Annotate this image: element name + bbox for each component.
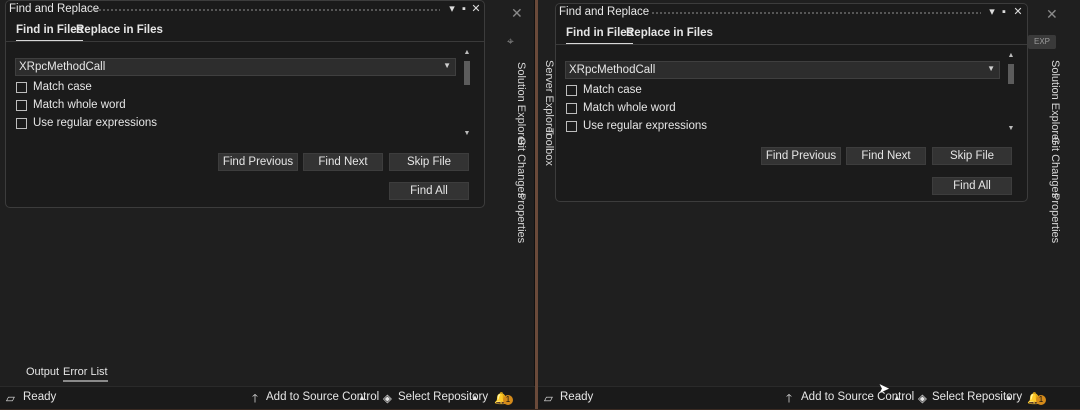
checkbox[interactable]	[566, 103, 577, 114]
side-tab-solution-explorer[interactable]: Solution Explorer	[515, 62, 527, 146]
find-previous-button[interactable]: Find Previous	[761, 147, 841, 165]
side-tab-git-changes[interactable]: Git Changes	[1049, 137, 1061, 198]
search-input[interactable]: XRpcMethodCall	[569, 64, 655, 76]
repository-icon: ◈	[918, 393, 927, 405]
caret-up-icon[interactable]: ▲	[1005, 393, 1013, 402]
repository-icon: ◈	[383, 393, 392, 405]
tab-output[interactable]: Output	[26, 366, 59, 378]
tab-error-list[interactable]: Error List	[63, 366, 108, 382]
search-combo[interactable]: XRpcMethodCall ▼	[15, 58, 456, 76]
skip-file-button[interactable]: Skip File	[389, 153, 469, 171]
scroll-down-icon[interactable]: ▼	[462, 130, 472, 137]
caret-up-icon[interactable]: ▲	[358, 393, 366, 402]
search-input[interactable]: XRpcMethodCall	[19, 61, 105, 73]
window-icon: ▱	[6, 393, 15, 405]
caret-up-icon[interactable]: ▲	[471, 393, 479, 402]
tab-divider	[556, 44, 1027, 45]
scroll-up-icon[interactable]: ▲	[462, 49, 472, 56]
close-icon[interactable]: ✕	[1012, 6, 1024, 18]
checkbox[interactable]	[566, 121, 577, 132]
close-icon[interactable]: ✕	[511, 5, 523, 22]
close-icon[interactable]: ✕	[470, 3, 482, 15]
drag-grip[interactable]	[651, 11, 981, 15]
find-next-button[interactable]: Find Next	[303, 153, 383, 171]
tab-replace-in-files[interactable]: Replace in Files	[626, 27, 713, 39]
close-icon[interactable]: ✕	[1046, 6, 1058, 23]
chevron-down-icon[interactable]: ▼	[987, 64, 995, 73]
mouse-cursor-icon: ➤	[878, 380, 890, 396]
caret-up-icon[interactable]: ▲	[893, 393, 901, 402]
pin-icon[interactable]: ⌖	[507, 34, 514, 49]
side-tab-properties[interactable]: Properties	[515, 193, 527, 243]
ide-window-right: Find and Replace ▾ ▪ ✕ Find in Files Rep…	[538, 0, 1080, 409]
options-scrollbar[interactable]: ▲ ▼	[1005, 52, 1017, 136]
scroll-up-icon[interactable]: ▲	[1006, 52, 1016, 59]
find-previous-button[interactable]: Find Previous	[218, 153, 298, 171]
exp-badge: EXP	[1028, 35, 1056, 49]
scroll-thumb[interactable]	[464, 61, 470, 85]
upload-arrow-icon: 🡑	[252, 393, 258, 405]
find-next-button[interactable]: Find Next	[846, 147, 926, 165]
checkbox[interactable]	[16, 118, 27, 129]
scroll-thumb[interactable]	[1008, 64, 1014, 84]
maximize-icon[interactable]: ▪	[458, 3, 470, 15]
option-label: Match case	[33, 81, 92, 93]
checkbox[interactable]	[16, 100, 27, 111]
side-tab-git-changes[interactable]: Git Changes	[515, 137, 527, 198]
checkbox[interactable]	[16, 82, 27, 93]
option-label: Match whole word	[583, 102, 676, 114]
option-label: Use regular expressions	[583, 120, 708, 132]
dialog-title: Find and Replace	[559, 6, 650, 18]
status-ready: Ready	[23, 391, 57, 403]
option-label: Match case	[583, 84, 642, 96]
find-all-button[interactable]: Find All	[932, 177, 1012, 195]
status-bar: ▱ Ready 🡑 Add to Source Control ▲ ◈ Sele…	[538, 386, 1080, 409]
caret-down-icon[interactable]: ▾	[986, 6, 998, 18]
tab-find-in-files[interactable]: Find in Files	[16, 24, 84, 42]
options-scrollbar[interactable]: ▲ ▼	[461, 49, 473, 141]
side-tab-server-explorer[interactable]: Server Explorer	[543, 60, 555, 136]
maximize-icon[interactable]: ▪	[998, 6, 1010, 18]
drag-grip[interactable]	[90, 8, 440, 12]
status-bar: ▱ Ready 🡑 Add to Source Control ▲ ◈ Sele…	[0, 386, 535, 409]
find-replace-dialog: Find and Replace ▾ ▪ ✕ Find in Files Rep…	[555, 3, 1028, 202]
side-tab-toolbox[interactable]: Toolbox	[543, 128, 555, 166]
chevron-down-icon[interactable]: ▼	[443, 61, 451, 70]
skip-file-button[interactable]: Skip File	[932, 147, 1012, 165]
caret-down-icon[interactable]: ▾	[446, 3, 458, 15]
side-tab-solution-explorer[interactable]: Solution Explorer	[1049, 60, 1061, 144]
find-all-button[interactable]: Find All	[389, 182, 469, 200]
upload-arrow-icon: 🡑	[786, 393, 792, 405]
dialog-titlebar[interactable]: Find and Replace ▾ ▪ ✕	[6, 1, 484, 19]
notification-count: 1	[1036, 395, 1046, 405]
scroll-down-icon[interactable]: ▼	[1006, 125, 1016, 132]
find-replace-dialog: Find and Replace ▾ ▪ ✕ Find in Files Rep…	[5, 0, 485, 208]
dialog-titlebar[interactable]: Find and Replace ▾ ▪ ✕	[556, 4, 1027, 22]
side-tab-properties[interactable]: Properties	[1049, 193, 1061, 243]
notification-count: 1	[503, 395, 513, 405]
status-ready: Ready	[560, 391, 594, 403]
dialog-title: Find and Replace	[9, 3, 100, 15]
ide-window-left: Find and Replace ▾ ▪ ✕ Find in Files Rep…	[0, 0, 535, 409]
tab-divider	[6, 41, 484, 42]
tab-find-in-files[interactable]: Find in Files	[566, 27, 634, 45]
option-label: Use regular expressions	[33, 117, 158, 129]
option-label: Match whole word	[33, 99, 126, 111]
checkbox[interactable]	[566, 85, 577, 96]
window-icon: ▱	[544, 393, 553, 405]
tab-replace-in-files[interactable]: Replace in Files	[76, 24, 163, 36]
search-combo[interactable]: XRpcMethodCall ▼	[565, 61, 1000, 79]
